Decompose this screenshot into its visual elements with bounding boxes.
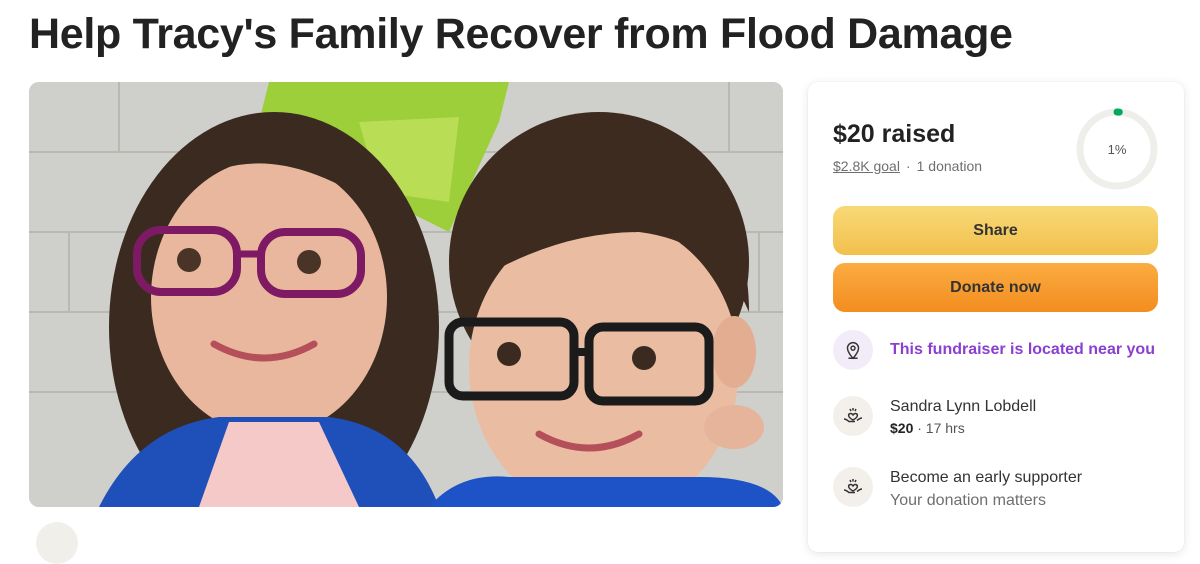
donation-amount: $20 <box>890 420 914 436</box>
goal-link[interactable]: $2.8K goal <box>833 158 900 174</box>
donation-count: 1 donation <box>916 158 983 174</box>
donor-name: Sandra Lynn Lobdell <box>890 398 1037 415</box>
campaign-photo[interactable] <box>29 82 783 507</box>
donate-now-button[interactable]: Donate now <box>833 263 1158 312</box>
heart-hand-icon <box>833 396 873 436</box>
page-title: Help Tracy's Family Recover from Flood D… <box>29 10 1013 58</box>
early-supporter-subtitle: Your donation matters <box>890 492 1046 509</box>
early-supporter-title: Become an early supporter <box>890 469 1083 486</box>
progress-percent: 1% <box>1107 141 1127 157</box>
donation-item: Sandra Lynn Lobdell $20 · 17 hrs <box>833 396 1036 436</box>
share-button[interactable]: Share <box>833 206 1158 255</box>
location-notice[interactable]: This fundraiser is located near you <box>833 330 1155 370</box>
map-pin-icon <box>833 330 873 370</box>
progress-ring: 1% <box>1074 106 1160 192</box>
early-supporter: Become an early supporter Your donation … <box>833 467 1082 510</box>
amount-raised: $20 raised <box>833 120 956 148</box>
heart-hand-icon <box>833 467 873 507</box>
donation-time: · 17 hrs <box>913 420 965 436</box>
meta-separator: · <box>905 158 911 174</box>
goal-summary: $2.8K goal · 1 donation <box>833 158 982 174</box>
location-text: This fundraiser is located near you <box>890 341 1155 358</box>
donation-card: $20 raised $2.8K goal · 1 donation 1% Shar… <box>808 82 1184 552</box>
donation-detail: $20 · 17 hrs <box>890 420 1036 436</box>
organizer-avatar <box>36 522 78 564</box>
